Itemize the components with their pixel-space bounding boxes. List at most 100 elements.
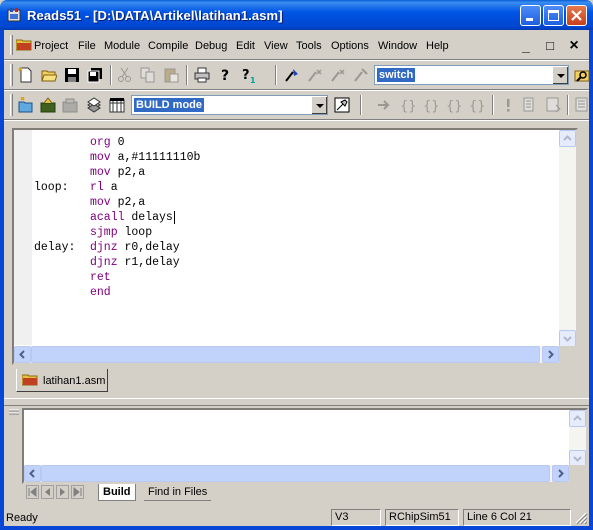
step-over-icon[interactable]: {} xyxy=(422,97,438,113)
build-icon[interactable] xyxy=(86,97,102,113)
separator xyxy=(4,119,589,121)
search-combo-dropdown-icon[interactable] xyxy=(552,66,568,84)
close-button[interactable] xyxy=(566,5,587,26)
toolbar-grip[interactable] xyxy=(10,64,13,86)
find-prev-icon[interactable] xyxy=(330,67,346,83)
editor-horizontal-scrollbar[interactable] xyxy=(14,346,559,363)
output-tabs: Build Find in Files xyxy=(22,484,588,502)
menu-debug[interactable]: Debug xyxy=(195,40,227,52)
mdi-minimize-button[interactable]: _ xyxy=(514,36,538,56)
cut-icon[interactable] xyxy=(117,67,133,83)
menu-project[interactable]: Project xyxy=(34,40,68,52)
scroll-right-button[interactable] xyxy=(542,346,559,363)
watch-icon[interactable] xyxy=(522,97,538,113)
prev-tab-button[interactable] xyxy=(41,485,54,499)
last-tab-button[interactable] xyxy=(71,485,84,499)
menu-tools[interactable]: Tools xyxy=(296,40,322,52)
code-operands: 0 xyxy=(117,136,125,149)
text-caret xyxy=(173,211,175,224)
menubar-grip[interactable] xyxy=(10,35,13,55)
output-window[interactable] xyxy=(22,408,588,484)
build-mode-value: BUILD mode xyxy=(134,98,204,112)
breakpoint-icon[interactable] xyxy=(500,97,516,113)
tab-latihan1[interactable]: latihan1.asm xyxy=(16,369,108,392)
find-in-files-icon[interactable] xyxy=(574,67,590,83)
find-next-icon[interactable] xyxy=(307,67,323,83)
context-help-icon[interactable]: ? 1 xyxy=(240,67,256,83)
mdi-restore-button[interactable]: □ xyxy=(538,36,562,56)
output-horizontal-scrollbar[interactable] xyxy=(24,465,569,482)
pane-splitter[interactable] xyxy=(4,398,589,406)
replace-icon[interactable] xyxy=(353,67,369,83)
status-ready: Ready xyxy=(6,512,38,524)
menu-file[interactable]: File xyxy=(78,40,96,52)
new-project-icon[interactable] xyxy=(18,97,34,113)
scroll-thumb[interactable] xyxy=(31,346,540,363)
tab-find-in-files[interactable]: Find in Files xyxy=(144,484,212,501)
menu-compile[interactable]: Compile xyxy=(148,40,188,52)
memory-icon[interactable] xyxy=(545,97,561,113)
toolbar-separator xyxy=(492,95,494,115)
toolbar-separator xyxy=(186,65,188,85)
save-all-icon[interactable] xyxy=(87,67,103,83)
minimize-button[interactable] xyxy=(520,5,541,26)
run-to-cursor-icon[interactable]: {} xyxy=(468,97,484,113)
code-mnemonic: sjmp xyxy=(90,226,118,239)
status-cursor-position: Line 6 Col 21 xyxy=(463,509,571,526)
scrollbar-corner xyxy=(569,465,586,482)
code-mnemonic: acall xyxy=(90,211,125,224)
output-vertical-scrollbar[interactable] xyxy=(569,410,586,467)
scroll-left-button[interactable] xyxy=(14,346,31,363)
open-project-icon[interactable] xyxy=(40,97,56,113)
editor-vertical-scrollbar[interactable] xyxy=(559,130,576,347)
code-editor[interactable]: org 0 mov a,#11111110b mov p2,a loop: rl a mov p2,… xyxy=(12,128,578,365)
build-mode-dropdown-icon[interactable] xyxy=(311,96,327,114)
code-operands: loop xyxy=(124,226,153,239)
tab-build[interactable]: Build xyxy=(98,484,136,501)
build-all-icon[interactable] xyxy=(109,97,125,113)
build-mode-combo[interactable]: BUILD mode xyxy=(131,95,328,115)
next-tab-button[interactable] xyxy=(56,485,69,499)
new-file-icon[interactable] xyxy=(18,67,34,83)
menu-module[interactable]: Module xyxy=(104,40,140,52)
maximize-icon xyxy=(548,10,559,21)
resize-grip-icon[interactable] xyxy=(574,511,588,525)
step-out-icon[interactable]: {} xyxy=(445,97,461,113)
menu-options[interactable]: Options xyxy=(331,40,369,52)
print-icon[interactable] xyxy=(194,67,210,83)
scroll-left-button[interactable] xyxy=(24,465,41,482)
find-icon[interactable] xyxy=(284,67,300,83)
help-icon[interactable]: ? xyxy=(217,67,233,83)
minimize-icon xyxy=(526,18,533,21)
scroll-right-button[interactable] xyxy=(552,465,569,482)
menu-help[interactable]: Help xyxy=(426,40,449,52)
run-icon[interactable] xyxy=(376,97,392,113)
reads51-app-icon[interactable] xyxy=(6,7,22,23)
scroll-up-button[interactable] xyxy=(559,130,576,147)
mdi-close-button[interactable]: × xyxy=(562,36,586,56)
open-folder-icon[interactable] xyxy=(41,67,57,83)
paste-icon[interactable] xyxy=(163,67,179,83)
options-icon[interactable] xyxy=(334,97,350,113)
output-pane-grip-icon[interactable] xyxy=(8,408,20,424)
menu-view[interactable]: View xyxy=(264,40,288,52)
svg-text:?: ? xyxy=(242,68,250,83)
copy-icon[interactable] xyxy=(140,67,156,83)
search-combo[interactable]: switch xyxy=(374,65,569,85)
chevron-up-icon xyxy=(563,135,572,141)
asm-file-icon xyxy=(22,374,38,386)
toolbar-grip[interactable] xyxy=(10,94,13,116)
code-mnemonic: mov xyxy=(90,166,111,179)
maximize-button[interactable] xyxy=(543,5,564,26)
first-tab-button[interactable] xyxy=(26,485,39,499)
scroll-down-button[interactable] xyxy=(559,330,576,347)
scroll-thumb[interactable] xyxy=(41,465,550,482)
scroll-up-button[interactable] xyxy=(569,410,586,427)
menu-window[interactable]: Window xyxy=(378,40,417,52)
close-project-icon[interactable] xyxy=(62,97,78,113)
menu-edit[interactable]: Edit xyxy=(236,40,255,52)
step-into-icon[interactable]: {} xyxy=(399,97,415,113)
svg-text:{}: {} xyxy=(469,99,484,113)
registers-icon[interactable] xyxy=(574,97,590,113)
save-icon[interactable] xyxy=(64,67,80,83)
